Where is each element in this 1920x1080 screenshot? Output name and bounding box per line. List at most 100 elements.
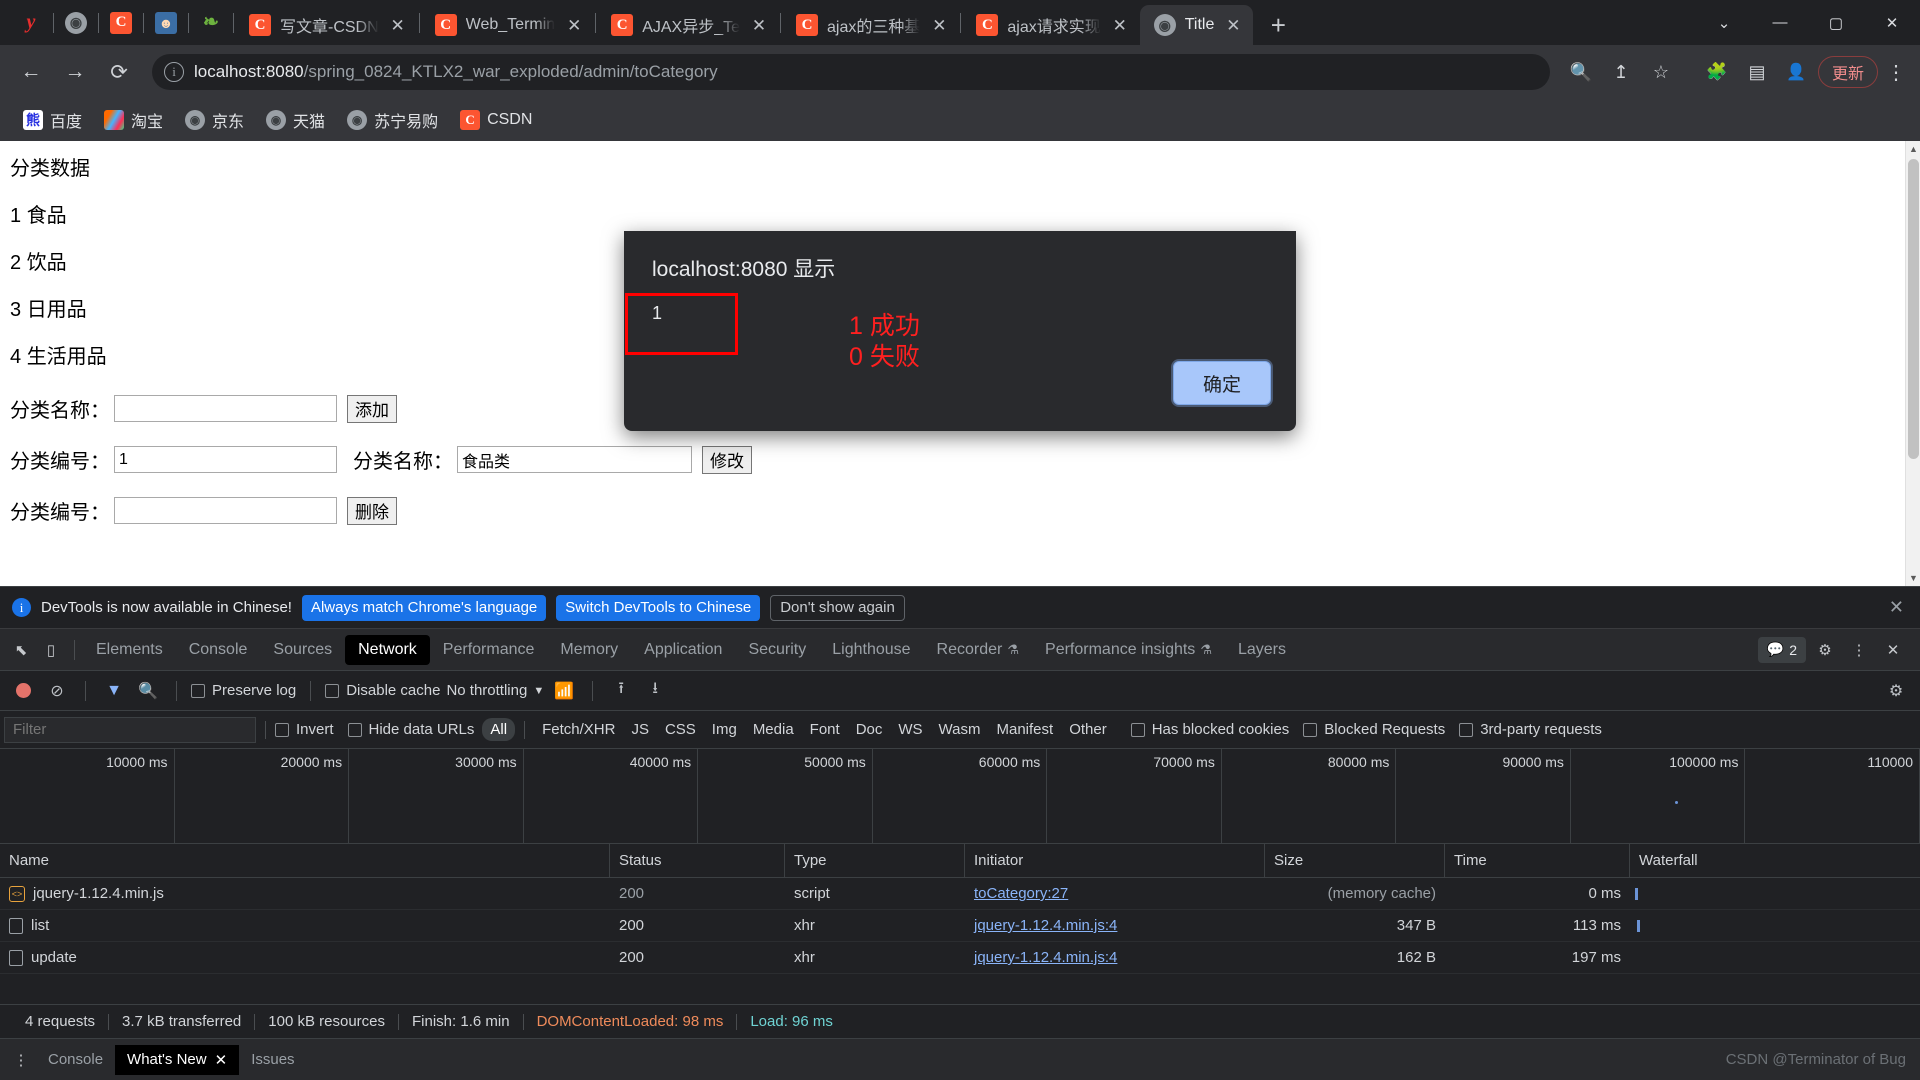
close-window-icon[interactable]: ✕ (1864, 0, 1920, 45)
close-icon[interactable]: ✕ (564, 17, 584, 34)
tab-xiewenzhang[interactable]: C 写文章-CSDN ✕ (235, 5, 418, 45)
type-filter-img[interactable]: Img (704, 718, 745, 741)
bookmark-star-icon[interactable]: ☆ (1644, 55, 1678, 89)
throttling-select[interactable]: No throttling (446, 682, 527, 699)
always-match-language-button[interactable]: Always match Chrome's language (301, 594, 547, 621)
new-tab-button[interactable]: + (1261, 12, 1295, 38)
column-name[interactable]: Name (0, 843, 610, 878)
tab-recorder[interactable]: Recorder ⚗ (924, 635, 1032, 665)
message-count-badge[interactable]: 💬 2 (1757, 636, 1806, 663)
drawer-tab-issues[interactable]: Issues (239, 1045, 306, 1074)
add-name-input[interactable] (114, 395, 337, 422)
scroll-up-icon[interactable]: ▲ (1906, 141, 1920, 157)
request-name-cell[interactable]: list (0, 910, 610, 942)
close-icon[interactable]: ✕ (1223, 17, 1243, 34)
table-row[interactable]: <> jquery-1.12.4.min.js 200 script toCat… (0, 878, 1920, 910)
close-icon[interactable]: ✕ (388, 17, 408, 34)
minimize-icon[interactable]: — (1752, 0, 1808, 45)
column-size[interactable]: Size (1265, 843, 1445, 878)
type-filter-all[interactable]: All (482, 718, 516, 741)
drawer-tab-console[interactable]: Console (36, 1045, 115, 1074)
dialog-ok-button[interactable]: 确定 (1173, 361, 1271, 405)
tab-ajax-async[interactable]: C AJAX异步_Te ✕ (597, 5, 779, 45)
record-icon[interactable] (16, 683, 31, 698)
back-icon[interactable]: ← (12, 53, 50, 91)
tab-performance-insights[interactable]: Performance insights ⚗ (1032, 635, 1225, 665)
column-time[interactable]: Time (1445, 843, 1630, 878)
request-initiator[interactable]: jquery-1.12.4.min.js:4 (965, 910, 1265, 942)
bookmark-suning[interactable]: ◉ 苏宁易购 (338, 104, 447, 136)
filter-input[interactable] (4, 716, 256, 743)
close-icon[interactable]: ✕ (749, 17, 769, 34)
tab-layers[interactable]: Layers (1225, 635, 1299, 665)
side-panel-icon[interactable]: ▤ (1740, 55, 1774, 89)
invert-checkbox[interactable]: Invert (275, 721, 334, 738)
pinned-tab-person[interactable]: ☻ (145, 5, 187, 41)
request-name-cell[interactable]: <> jquery-1.12.4.min.js (0, 878, 610, 910)
clear-icon[interactable]: ⊘ (43, 677, 71, 705)
scrollbar-thumb[interactable] (1908, 159, 1919, 459)
third-party-requests-checkbox[interactable]: 3rd-party requests (1459, 721, 1602, 738)
profile-avatar-icon[interactable]: 👤 (1780, 56, 1812, 88)
type-filter-css[interactable]: CSS (657, 718, 704, 741)
type-filter-manifest[interactable]: Manifest (989, 718, 1062, 741)
tab-ajax-three-kinds[interactable]: C ajax的三种基 ✕ (782, 5, 959, 45)
add-button[interactable]: 添加 (347, 394, 397, 423)
bookmark-tmall[interactable]: ◉ 天猫 (257, 104, 334, 136)
chevron-down-icon[interactable]: ▼ (533, 685, 544, 697)
network-conditions-icon[interactable]: 📶 (550, 677, 578, 705)
close-icon[interactable]: ✕ (215, 1051, 228, 1069)
dont-show-again-button[interactable]: Don't show again (770, 594, 905, 621)
column-type[interactable]: Type (785, 843, 965, 878)
table-row[interactable]: list 200 xhr jquery-1.12.4.min.js:4 347 … (0, 910, 1920, 942)
tab-network[interactable]: Network (345, 634, 430, 665)
forward-icon[interactable]: → (56, 53, 94, 91)
close-devtools-icon[interactable]: ✕ (1878, 635, 1908, 665)
import-har-icon[interactable]: ⭱ (607, 677, 635, 705)
initiator-link[interactable]: jquery-1.12.4.min.js:4 (974, 949, 1117, 966)
switch-to-chinese-button[interactable]: Switch DevTools to Chinese (556, 594, 761, 621)
type-filter-other[interactable]: Other (1061, 718, 1115, 741)
update-button[interactable]: 修改 (702, 445, 752, 474)
page-scrollbar[interactable]: ▲ ▼ (1905, 141, 1920, 586)
tab-console[interactable]: Console (176, 635, 261, 665)
column-initiator[interactable]: Initiator (965, 843, 1265, 878)
search-icon[interactable]: 🔍 (134, 677, 162, 705)
pinned-tab-y[interactable]: y (10, 5, 52, 41)
close-icon[interactable]: ✕ (1889, 597, 1908, 618)
network-settings-icon[interactable]: ⚙ (1882, 677, 1910, 705)
tab-performance[interactable]: Performance (430, 635, 548, 665)
initiator-link[interactable]: toCategory:27 (974, 885, 1068, 902)
update-name-input[interactable] (457, 446, 692, 473)
devtools-menu-icon[interactable]: ⋮ (1844, 635, 1874, 665)
tab-title-active[interactable]: ◉ Title ✕ (1139, 5, 1254, 45)
bookmark-jd[interactable]: ◉ 京东 (176, 104, 253, 136)
type-filter-doc[interactable]: Doc (848, 718, 891, 741)
close-icon[interactable]: ✕ (929, 17, 949, 34)
tab-security[interactable]: Security (735, 635, 819, 665)
settings-gear-icon[interactable]: ⚙ (1810, 635, 1840, 665)
filter-icon[interactable]: ▼ (100, 677, 128, 705)
type-filter-font[interactable]: Font (802, 718, 848, 741)
type-filter-wasm[interactable]: Wasm (931, 718, 989, 741)
drawer-tab-whats-new[interactable]: What's New ✕ (115, 1044, 240, 1075)
inspect-element-icon[interactable]: ⬉ (6, 635, 36, 665)
tab-sources[interactable]: Sources (260, 635, 345, 665)
pinned-tab-spring[interactable]: ❧ (190, 5, 232, 41)
chrome-menu-icon[interactable]: ⋮ (1884, 60, 1908, 85)
request-initiator[interactable]: toCategory:27 (965, 878, 1265, 910)
bookmark-baidu[interactable]: 熊 百度 (14, 104, 91, 136)
tab-ajax-request[interactable]: C ajax请求实现 ✕ (962, 5, 1139, 45)
type-filter-media[interactable]: Media (745, 718, 802, 741)
type-filter-js[interactable]: JS (623, 718, 657, 741)
search-icon[interactable]: 🔍 (1564, 55, 1598, 89)
reload-icon[interactable]: ⟳ (100, 53, 138, 91)
type-filter-ws[interactable]: WS (890, 718, 930, 741)
tab-lighthouse[interactable]: Lighthouse (819, 635, 923, 665)
scroll-down-icon[interactable]: ▼ (1906, 570, 1920, 586)
export-har-icon[interactable]: ⭳ (641, 677, 669, 705)
site-info-icon[interactable]: i (164, 62, 184, 82)
request-initiator[interactable]: jquery-1.12.4.min.js:4 (965, 942, 1265, 974)
type-filter-fetch-xhr[interactable]: Fetch/XHR (534, 718, 623, 741)
blocked-requests-checkbox[interactable]: Blocked Requests (1303, 721, 1445, 738)
